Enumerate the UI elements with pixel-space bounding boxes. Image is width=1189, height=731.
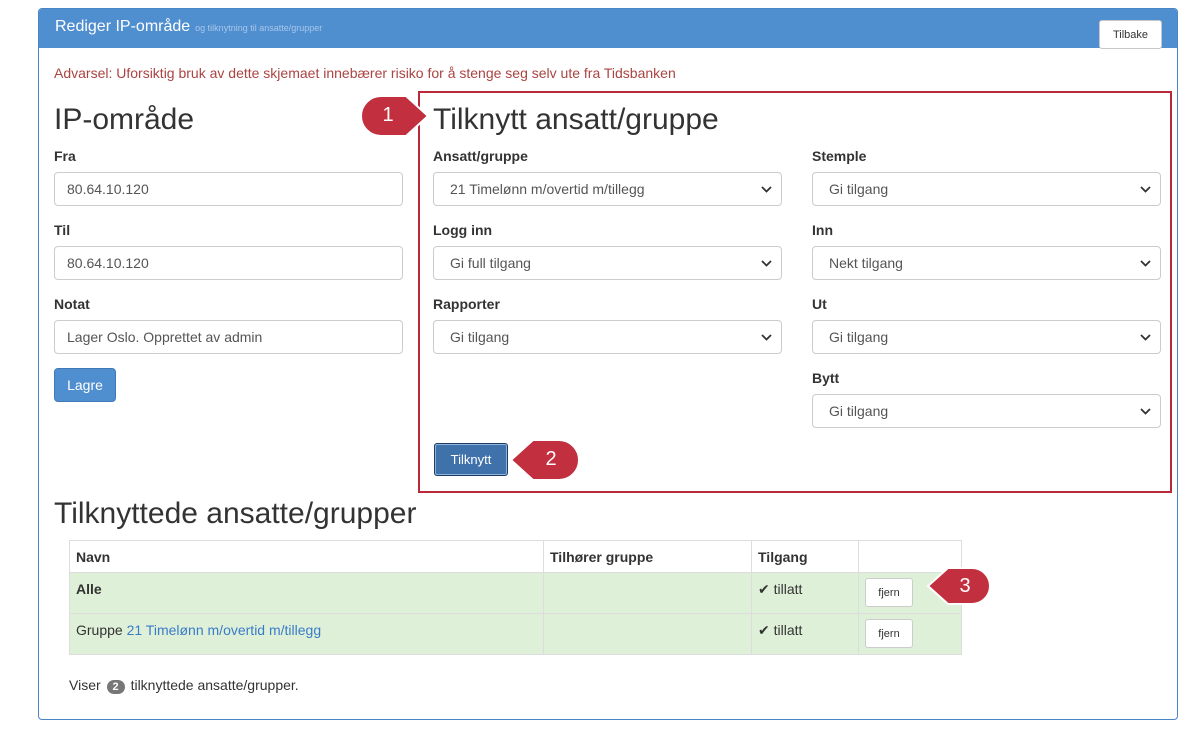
callout-number: 2	[545, 448, 557, 470]
from-label: Fra	[54, 148, 76, 164]
out-select[interactable]: Gi tilgang	[812, 320, 1161, 354]
chevron-down-icon	[761, 334, 772, 341]
reports-value: Gi tilgang	[450, 329, 510, 345]
save-button[interactable]: Lagre	[54, 368, 116, 402]
footer-suffix: tilknyttede ansatte/grupper.	[130, 677, 299, 693]
login-select[interactable]: Gi full tilgang	[433, 246, 782, 280]
ip-range-heading: IP-område	[54, 103, 195, 136]
from-input[interactable]	[54, 172, 403, 206]
out-label: Ut	[812, 296, 827, 312]
swap-label: Bytt	[812, 370, 840, 386]
reports-label: Rapporter	[433, 296, 500, 312]
group-link[interactable]: 21 Timelønn m/overtid m/tillegg	[127, 622, 322, 638]
to-label: Til	[54, 222, 71, 238]
warning-text: Advarsel: Uforsiktig bruk av dette skjem…	[54, 65, 676, 81]
column-header-access: Tilgang	[751, 540, 859, 573]
table-footer: Viser 2 tilknyttede ansatte/grupper.	[69, 677, 299, 694]
chevron-down-icon	[1140, 408, 1151, 415]
row-access: ✔ tillatt	[751, 613, 859, 655]
stamp-label: Stemple	[812, 148, 867, 164]
to-input[interactable]	[54, 246, 403, 280]
row-name-prefix: Gruppe	[76, 622, 123, 638]
connect-button[interactable]: Tilknytt	[434, 443, 508, 476]
swap-select[interactable]: Gi tilgang	[812, 394, 1161, 428]
edit-ip-range-panel: Rediger IP-område og tilknytning til ansa…	[38, 8, 1178, 720]
chevron-down-icon	[761, 260, 772, 267]
in-label: Inn	[812, 222, 833, 238]
chevron-down-icon	[1140, 334, 1151, 341]
table-header-row: Navn Tilhører gruppe Tilgang	[69, 540, 962, 573]
connect-heading: Tilknytt ansatt/gruppe	[433, 103, 719, 136]
connected-table: Navn Tilhører gruppe Tilgang Alle ✔ till…	[69, 540, 962, 655]
row-name: Gruppe 21 Timelønn m/overtid m/tillegg	[69, 613, 544, 655]
employee-group-label: Ansatt/gruppe	[433, 148, 528, 164]
back-button[interactable]: Tilbake	[1099, 20, 1162, 49]
chevron-down-icon	[761, 186, 772, 193]
connected-heading: Tilknyttede ansatte/grupper	[54, 497, 417, 530]
reports-select[interactable]: Gi tilgang	[433, 320, 782, 354]
column-header-name: Navn	[69, 540, 544, 573]
row-actions: fjern	[858, 613, 962, 655]
connect-highlight-box	[418, 91, 1172, 493]
in-select[interactable]: Nekt tilgang	[812, 246, 1161, 280]
employee-group-select[interactable]: 21 Timelønn m/overtid m/tillegg	[433, 172, 782, 206]
stamp-select[interactable]: Gi tilgang	[812, 172, 1161, 206]
checkmark-icon: ✔	[758, 622, 770, 638]
column-header-group: Tilhører gruppe	[543, 540, 752, 573]
note-label: Notat	[54, 296, 90, 312]
login-label: Logg inn	[433, 222, 493, 238]
row-access: ✔ tillatt	[751, 572, 859, 614]
remove-button[interactable]: fjern	[865, 619, 913, 648]
panel-title-text: Rediger IP-område	[55, 18, 191, 35]
row-name: Alle	[69, 572, 544, 614]
employee-group-value: 21 Timelønn m/overtid m/tillegg	[450, 181, 645, 197]
chevron-down-icon	[1140, 186, 1151, 193]
callout-number: 3	[959, 575, 971, 597]
callout-number: 1	[382, 104, 394, 126]
count-badge: 2	[106, 680, 125, 694]
row-access-text: tillatt	[773, 581, 803, 597]
row-group	[543, 572, 752, 614]
table-row: Gruppe 21 Timelønn m/overtid m/tillegg ✔…	[69, 613, 962, 655]
out-value: Gi tilgang	[829, 329, 889, 345]
chevron-down-icon	[1140, 260, 1151, 267]
stamp-value: Gi tilgang	[829, 181, 889, 197]
remove-button[interactable]: fjern	[865, 578, 913, 607]
panel-title: Rediger IP-område og tilknytning til ansa…	[55, 18, 322, 36]
login-value: Gi full tilgang	[450, 255, 531, 271]
table-row: Alle ✔ tillatt fjern	[69, 572, 962, 614]
panel-subtitle: og tilknytning til ansatte/grupper	[195, 23, 323, 33]
in-value: Nekt tilgang	[829, 255, 903, 271]
checkmark-icon: ✔	[758, 581, 770, 597]
footer-prefix: Viser	[69, 677, 101, 693]
row-access-text: tillatt	[773, 622, 803, 638]
note-input[interactable]	[54, 320, 403, 354]
panel-heading: Rediger IP-område og tilknytning til ansa…	[39, 9, 1177, 49]
row-group	[543, 613, 752, 655]
swap-value: Gi tilgang	[829, 403, 889, 419]
